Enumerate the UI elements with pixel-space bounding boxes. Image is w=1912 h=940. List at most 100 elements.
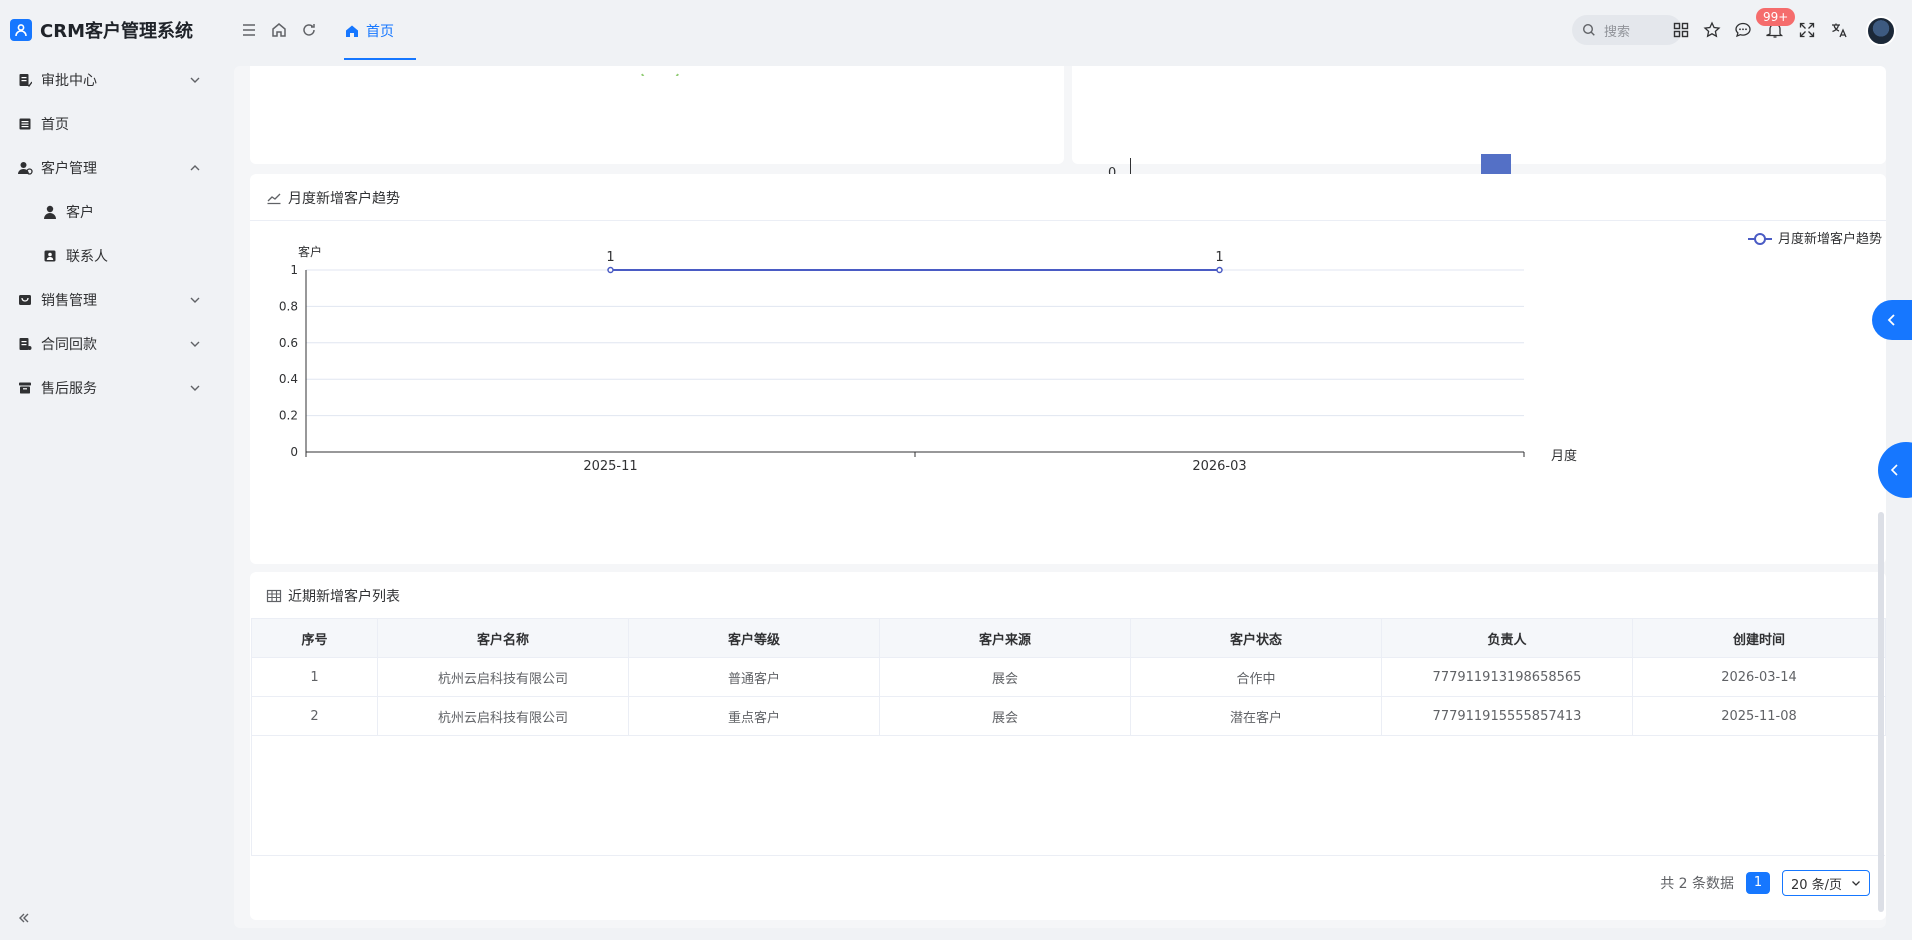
column-header[interactable]: 客户名称 xyxy=(377,618,629,658)
tab-home[interactable]: 首页 xyxy=(344,18,394,44)
chevron-up-icon xyxy=(190,165,200,171)
sidebar-item-home[interactable]: 首页 xyxy=(0,102,232,146)
chart-gridlines xyxy=(305,269,1524,456)
table-cell: 合作中 xyxy=(1130,657,1382,697)
chevron-left-icon xyxy=(1887,314,1895,326)
table-cell: 普通客户 xyxy=(628,657,880,697)
table-cell: 777911915555857413 xyxy=(1381,696,1633,736)
approval-icon xyxy=(17,72,33,88)
data-label: 1 xyxy=(606,250,614,265)
trend-card-header: 月度新增客户趋势 xyxy=(266,188,400,208)
chevron-down-icon xyxy=(1852,881,1860,886)
chart-y-ticks: 0 0.2 0.4 0.6 0.8 1 xyxy=(279,263,298,459)
recent-customers-card: 近期新增客户列表 序号 客户名称 客户等级 客户来源 客户状态 负责人 创建时间 xyxy=(250,572,1886,920)
table-cell: 1 xyxy=(251,657,378,697)
pagination-total: 共 2 条数据 xyxy=(1660,876,1734,892)
column-header[interactable]: 客户来源 xyxy=(879,618,1131,658)
sidebar-item-label: 联系人 xyxy=(66,249,108,265)
table-icon xyxy=(266,589,282,603)
column-header[interactable]: 客户状态 xyxy=(1130,618,1382,658)
page-number-button[interactable]: 1 xyxy=(1746,872,1770,894)
data-label: 1 xyxy=(1215,250,1223,265)
legend-marker xyxy=(1754,233,1766,245)
sidebar-item-contact[interactable]: 联系人 xyxy=(0,234,232,278)
table-row[interactable]: 2 杭州云启科技有限公司 重点客户 展会 潜在客户 77791191555585… xyxy=(251,696,1886,736)
x-tick-label: 2025-11 xyxy=(583,459,637,474)
content-scrollbar[interactable] xyxy=(1878,512,1884,912)
sidebar-item-label: 售后服务 xyxy=(41,381,97,397)
user-avatar[interactable] xyxy=(1866,16,1896,46)
table-row[interactable]: 1 杭州云启科技有限公司 普通客户 展会 合作中 777911913198658… xyxy=(251,657,1886,697)
table-cell: 重点客户 xyxy=(628,696,880,736)
service-icon xyxy=(17,380,33,396)
legend-label: 月度新增客户趋势 xyxy=(1778,231,1882,247)
refresh-icon[interactable] xyxy=(300,21,318,39)
chat-icon[interactable] xyxy=(1734,21,1752,39)
chevron-down-icon xyxy=(190,341,200,347)
tab-home-label: 首页 xyxy=(366,24,394,40)
search-icon xyxy=(1582,23,1595,36)
y-tick-label: 0.4 xyxy=(279,372,298,386)
sidebar-item-approval[interactable]: 审批中心 xyxy=(0,58,232,102)
chart-legend[interactable]: 月度新增客户趋势 xyxy=(1748,231,1882,247)
sidebar-item-sales[interactable]: 销售管理 xyxy=(0,278,232,322)
page-size-select[interactable]: 20 条/页 xyxy=(1782,870,1870,896)
x-tick-label: 2026-03 xyxy=(1192,459,1246,474)
sidebar-item-label: 审批中心 xyxy=(41,73,97,89)
translate-icon[interactable] xyxy=(1830,21,1848,39)
data-point[interactable] xyxy=(607,266,614,274)
apps-grid-icon[interactable] xyxy=(1672,21,1690,39)
table-cell: 展会 xyxy=(879,657,1131,697)
column-header[interactable]: 客户等级 xyxy=(628,618,880,658)
line-chart-icon xyxy=(267,193,281,205)
home-icon xyxy=(346,25,358,37)
app-logo[interactable]: CRM客户管理系统 xyxy=(10,16,193,44)
table-cell: 2025-11-08 xyxy=(1632,696,1886,736)
sidebar-item-label: 销售管理 xyxy=(41,293,97,309)
collapse-sidebar-icon[interactable] xyxy=(16,910,32,926)
contract-icon xyxy=(17,336,33,352)
table-cell: 777911913198658565 xyxy=(1381,657,1633,697)
y-tick-label: 1 xyxy=(290,263,298,277)
trend-card: 月度新增客户趋势 0 0.2 0.4 0.6 0.8 1 2025-11 2026-03 1… xyxy=(250,174,1886,564)
sidebar: CRM客户管理系统 审批中心 首页 客户管理 客户 联系人 销售管理 合同回款 … xyxy=(0,0,232,940)
sidebar-menu: 审批中心 首页 客户管理 客户 联系人 销售管理 合同回款 售后服务 xyxy=(0,58,232,410)
search-input[interactable]: 搜索 xyxy=(1572,15,1682,45)
sidebar-item-label: 首页 xyxy=(41,117,69,133)
column-header[interactable]: 序号 xyxy=(251,618,378,658)
chart-x-ticks: 2025-11 2026-03 xyxy=(305,452,1525,474)
sidebar-item-contract[interactable]: 合同回款 xyxy=(0,322,232,366)
table-header-row: 序号 客户名称 客户等级 客户来源 客户状态 负责人 创建时间 xyxy=(251,618,1886,658)
column-header[interactable]: 负责人 xyxy=(1381,618,1633,658)
sales-icon xyxy=(17,292,33,308)
chevron-down-icon xyxy=(190,385,200,391)
app-title: CRM客户管理系统 xyxy=(40,21,193,42)
home-icon[interactable] xyxy=(270,21,288,39)
y-tick-label: 0.2 xyxy=(279,409,298,423)
list-icon xyxy=(17,116,33,132)
sidebar-item-customer-management[interactable]: 客户管理 xyxy=(0,146,232,190)
y-tick-label: 0.8 xyxy=(279,299,298,313)
chevron-down-icon xyxy=(190,77,200,83)
source-bar-card: 0 展会 xyxy=(1072,66,1886,208)
menu-toggle-icon[interactable] xyxy=(240,21,258,39)
customer-table-wrapper: 序号 客户名称 客户等级 客户来源 客户状态 负责人 创建时间 1 杭州云启科技… xyxy=(251,618,1886,856)
chart-series: 11 xyxy=(606,250,1224,274)
table-cell: 潜在客户 xyxy=(1130,696,1382,736)
recent-card-header: 近期新增客户列表 xyxy=(266,586,400,606)
main-content: 0 展会 月度新增客户趋势 0 0.2 0.4 0.6 0.8 1 2025-11 2026… xyxy=(234,66,1886,928)
fullscreen-icon[interactable] xyxy=(1798,21,1816,39)
table-cell: 展会 xyxy=(879,696,1131,736)
notification-badge: 99+ xyxy=(1756,8,1796,26)
table-cell: 2026-03-14 xyxy=(1632,657,1886,697)
page-size-value: 20 条/页 xyxy=(1791,877,1843,893)
column-header[interactable]: 创建时间 xyxy=(1632,618,1886,658)
contact-icon xyxy=(42,248,58,264)
star-icon[interactable] xyxy=(1703,21,1721,39)
sidebar-item-after-sales[interactable]: 售后服务 xyxy=(0,366,232,410)
logo-icon xyxy=(10,19,32,41)
data-point[interactable] xyxy=(1216,266,1223,274)
pagination: 共 2 条数据 1 20 条/页 xyxy=(1660,870,1870,896)
sidebar-item-customer[interactable]: 客户 xyxy=(0,190,232,234)
settings-drawer-button[interactable] xyxy=(1872,300,1912,340)
